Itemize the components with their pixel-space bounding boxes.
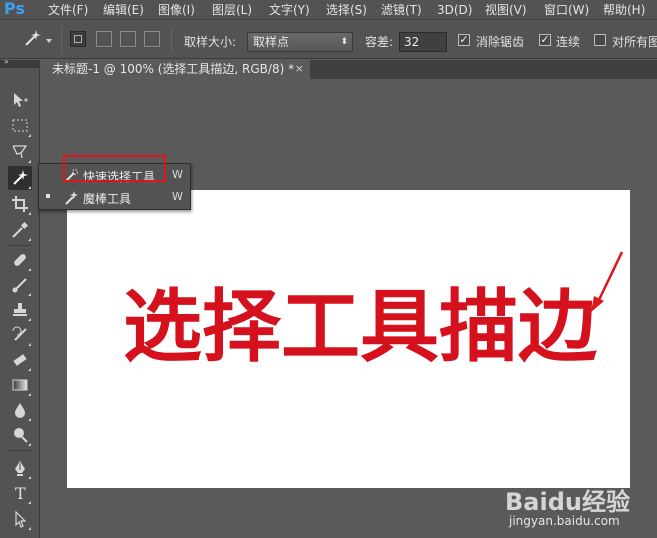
marquee-tool[interactable]	[8, 114, 32, 138]
annotation-arrow	[591, 251, 624, 312]
sample-all-layers-label: 对所有图	[612, 35, 657, 49]
active-bullet	[46, 194, 50, 198]
menu-image[interactable]: 图像(I)	[158, 2, 195, 18]
eyedropper-icon	[12, 221, 29, 238]
new-selection-button[interactable]	[70, 31, 86, 47]
gradient-icon	[12, 379, 28, 391]
flyout-item-magic-wand[interactable]: 魔棒工具 W	[39, 187, 190, 208]
separator	[61, 27, 62, 53]
water-drop-icon	[15, 403, 25, 418]
pen-tool[interactable]	[8, 456, 32, 480]
lasso-tool[interactable]	[8, 140, 32, 164]
menu-select[interactable]: 选择(S)	[326, 2, 367, 18]
tolerance-input[interactable]: 32	[399, 32, 447, 52]
pen-icon	[15, 461, 25, 476]
intersect-selection-button[interactable]	[144, 31, 160, 47]
panel-collapse-grip[interactable]: »	[0, 57, 40, 68]
svg-text:T: T	[15, 484, 26, 502]
tools-panel: » T	[0, 57, 40, 538]
tool-preset-picker[interactable]	[16, 27, 56, 53]
magic-wand-icon	[13, 170, 28, 185]
brush-icon	[12, 278, 27, 293]
magic-wand-icon	[65, 191, 78, 205]
move-icon	[14, 93, 28, 107]
flyout-shortcut: W	[172, 168, 183, 181]
add-to-selection-button[interactable]	[96, 31, 112, 47]
menu-help[interactable]: 帮助(H)	[603, 2, 645, 18]
move-tool[interactable]	[8, 88, 32, 112]
annotation-highlight-box	[63, 155, 166, 182]
type-icon: T	[15, 484, 26, 502]
magic-wand-tool[interactable]	[8, 166, 32, 190]
document-tab[interactable]: 未标题-1 @ 100% (选择工具描边, RGB/8) * ×	[42, 60, 310, 79]
menu-type[interactable]: 文字(Y)	[269, 2, 310, 18]
menu-edit[interactable]: 编辑(E)	[103, 2, 144, 18]
menu-bar: Ps 文件(F) 编辑(E) 图像(I) 图层(L) 文字(Y) 选择(S) 滤…	[0, 0, 657, 20]
healing-brush-tool[interactable]	[8, 248, 32, 272]
document-tab-bar: 未标题-1 @ 100% (选择工具描边, RGB/8) * ×	[42, 60, 657, 79]
dodge-icon	[14, 428, 28, 443]
separator	[171, 27, 172, 53]
sample-size-select[interactable]: 取样点 ⬍	[247, 32, 353, 52]
canvas-red-text: 选择工具描边	[123, 281, 597, 373]
contiguous-checkbox[interactable]: ✓	[539, 34, 551, 46]
arrow-pointer-icon	[15, 510, 27, 528]
menu-file[interactable]: 文件(F)	[48, 2, 88, 18]
type-tool[interactable]: T	[8, 481, 32, 505]
path-selection-tool[interactable]	[8, 507, 32, 531]
flyout-shortcut: W	[172, 190, 183, 203]
document-canvas[interactable]: 选择工具描边	[67, 190, 630, 488]
eraser-tool[interactable]	[8, 348, 32, 372]
subtract-from-selection-button[interactable]	[120, 31, 136, 47]
watermark-brand: Baidu经验	[505, 488, 630, 516]
tolerance-label: 容差:	[365, 35, 394, 49]
eyedropper-tool[interactable]	[8, 218, 32, 242]
history-brush-icon	[12, 326, 27, 341]
bandage-icon	[14, 254, 26, 266]
sample-size-label: 取样大小:	[184, 35, 237, 49]
crop-icon	[12, 196, 28, 212]
watermark-url: jingyan.baidu.com	[509, 514, 620, 528]
flyout-label: 魔棒工具	[83, 192, 132, 206]
stamp-icon	[13, 303, 27, 316]
lasso-icon	[12, 145, 28, 159]
sample-size-value: 取样点	[253, 35, 290, 49]
anti-alias-checkbox[interactable]: ✓	[458, 34, 470, 46]
gradient-tool[interactable]	[8, 373, 32, 397]
contiguous-label: 连续	[556, 35, 581, 49]
crop-tool[interactable]	[8, 192, 32, 216]
clone-stamp-tool[interactable]	[8, 298, 32, 322]
menu-layer[interactable]: 图层(L)	[212, 2, 252, 18]
sample-all-layers-checkbox[interactable]	[594, 34, 606, 46]
close-icon[interactable]: ×	[295, 60, 304, 78]
anti-alias-label: 消除锯齿	[476, 35, 525, 49]
menu-window[interactable]: 窗口(W)	[544, 2, 589, 18]
rectangle-marquee-icon	[12, 119, 28, 132]
magic-wand-icon	[25, 30, 52, 46]
document-tab-title: 未标题-1 @ 100% (选择工具描边, RGB/8) *	[52, 62, 295, 76]
history-brush-tool[interactable]	[8, 323, 32, 347]
photoshop-logo: Ps	[4, 0, 25, 18]
dodge-tool[interactable]	[8, 423, 32, 447]
chevron-updown-icon: ⬍	[340, 37, 348, 47]
brush-tool[interactable]	[8, 273, 32, 297]
menu-3d[interactable]: 3D(D)	[437, 2, 472, 18]
menu-view[interactable]: 视图(V)	[485, 2, 527, 18]
options-bar: 取样大小: 取样点 ⬍ 容差: 32 ✓ 消除锯齿 ✓ 连续 对所有图	[0, 21, 657, 59]
menu-filter[interactable]: 滤镜(T)	[381, 2, 422, 18]
eraser-icon	[13, 354, 27, 366]
baidu-watermark: Baidu经验 jingyan.baidu.com	[505, 480, 655, 536]
blur-tool[interactable]	[8, 398, 32, 422]
